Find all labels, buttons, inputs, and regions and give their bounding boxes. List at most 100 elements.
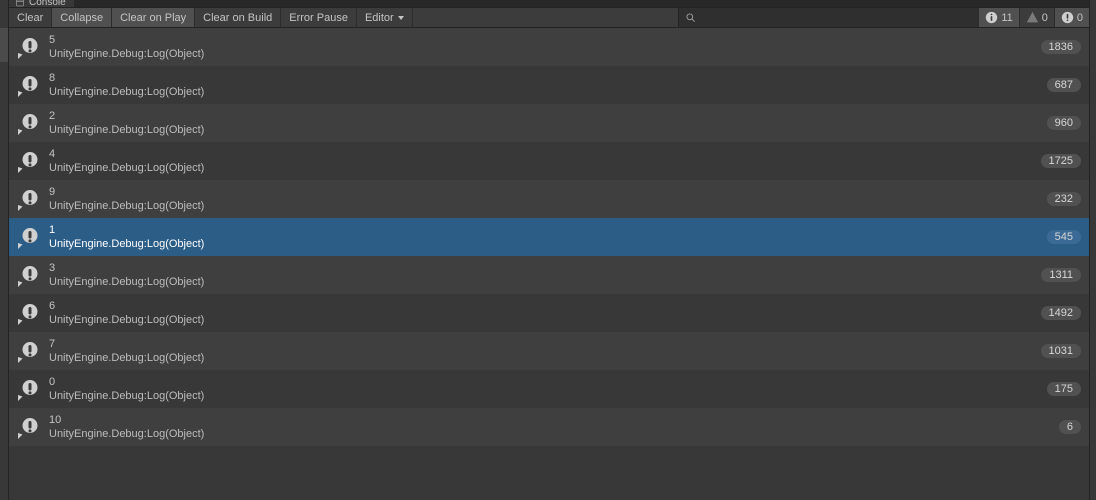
log-count-badge: 6 bbox=[1059, 420, 1081, 434]
clear-button[interactable]: Clear bbox=[9, 8, 52, 27]
log-subtitle: UnityEngine.Debug:Log(Object) bbox=[49, 199, 1041, 213]
log-text: 7UnityEngine.Debug:Log(Object) bbox=[49, 337, 1035, 365]
log-count-badge: 1031 bbox=[1041, 344, 1081, 358]
error-counter[interactable]: 0 bbox=[1054, 8, 1089, 27]
log-row[interactable]: 4UnityEngine.Debug:Log(Object) 1725 bbox=[9, 142, 1089, 180]
log-text: 4UnityEngine.Debug:Log(Object) bbox=[49, 147, 1035, 175]
log-title: 6 bbox=[49, 299, 1035, 313]
log-count-badge: 687 bbox=[1047, 78, 1081, 92]
warning-icon bbox=[1026, 11, 1039, 24]
counter-group: 11 0 0 bbox=[978, 8, 1089, 27]
log-title: 8 bbox=[49, 71, 1041, 85]
log-count-badge: 1836 bbox=[1041, 40, 1081, 54]
log-row[interactable]: 7UnityEngine.Debug:Log(Object) 1031 bbox=[9, 332, 1089, 370]
log-title: 10 bbox=[49, 413, 1053, 427]
error-icon bbox=[1061, 11, 1074, 24]
speech-exclaim-icon bbox=[17, 149, 43, 173]
log-row[interactable]: 9UnityEngine.Debug:Log(Object) 232 bbox=[9, 180, 1089, 218]
log-title: 9 bbox=[49, 185, 1041, 199]
log-text: 1UnityEngine.Debug:Log(Object) bbox=[49, 223, 1041, 251]
search-box[interactable] bbox=[678, 8, 978, 27]
tab-console[interactable]: Console bbox=[9, 0, 75, 7]
log-text: 9UnityEngine.Debug:Log(Object) bbox=[49, 185, 1041, 213]
clear-on-play-toggle[interactable]: Clear on Play bbox=[112, 8, 195, 27]
speech-exclaim-icon bbox=[17, 35, 43, 59]
tab-strip: Console bbox=[9, 0, 1089, 8]
log-count-badge: 1492 bbox=[1041, 306, 1081, 320]
log-title: 4 bbox=[49, 147, 1035, 161]
log-count-badge: 175 bbox=[1047, 382, 1081, 396]
log-title: 3 bbox=[49, 261, 1035, 275]
log-list[interactable]: 5UnityEngine.Debug:Log(Object)1836 8Unit… bbox=[9, 28, 1089, 500]
log-count-badge: 960 bbox=[1047, 116, 1081, 130]
log-row[interactable]: 10UnityEngine.Debug:Log(Object) 6 bbox=[9, 408, 1089, 446]
log-count-badge: 232 bbox=[1047, 192, 1081, 206]
tab-label: Console bbox=[29, 0, 66, 7]
warn-count: 0 bbox=[1042, 12, 1048, 24]
info-count: 11 bbox=[1001, 12, 1012, 24]
log-count-badge: 545 bbox=[1047, 230, 1081, 244]
log-row[interactable]: 8UnityEngine.Debug:Log(Object) 687 bbox=[9, 66, 1089, 104]
log-row[interactable]: 0UnityEngine.Debug:Log(Object) 175 bbox=[9, 370, 1089, 408]
log-row[interactable]: 2UnityEngine.Debug:Log(Object) 960 bbox=[9, 104, 1089, 142]
log-text: 8UnityEngine.Debug:Log(Object) bbox=[49, 71, 1041, 99]
log-title: 0 bbox=[49, 375, 1041, 389]
toolbar-spacer bbox=[413, 8, 679, 27]
speech-exclaim-icon bbox=[17, 301, 43, 325]
log-row[interactable]: 3UnityEngine.Debug:Log(Object) 1311 bbox=[9, 256, 1089, 294]
log-subtitle: UnityEngine.Debug:Log(Object) bbox=[49, 47, 1035, 61]
right-gutter bbox=[1089, 0, 1096, 500]
log-subtitle: UnityEngine.Debug:Log(Object) bbox=[49, 85, 1041, 99]
console-icon bbox=[15, 0, 25, 7]
log-text: 2UnityEngine.Debug:Log(Object) bbox=[49, 109, 1041, 137]
speech-exclaim-icon bbox=[17, 415, 43, 439]
search-input[interactable] bbox=[700, 12, 972, 24]
collapse-toggle[interactable]: Collapse bbox=[52, 8, 112, 27]
log-count-badge: 1311 bbox=[1041, 268, 1081, 282]
log-title: 5 bbox=[49, 33, 1035, 47]
left-gutter bbox=[0, 0, 9, 500]
clear-on-build-toggle[interactable]: Clear on Build bbox=[195, 8, 281, 27]
log-text: 6UnityEngine.Debug:Log(Object) bbox=[49, 299, 1035, 327]
speech-exclaim-icon bbox=[17, 73, 43, 97]
log-subtitle: UnityEngine.Debug:Log(Object) bbox=[49, 275, 1035, 289]
log-subtitle: UnityEngine.Debug:Log(Object) bbox=[49, 351, 1035, 365]
log-subtitle: UnityEngine.Debug:Log(Object) bbox=[49, 161, 1035, 175]
log-row[interactable]: 1UnityEngine.Debug:Log(Object) 545 bbox=[9, 218, 1089, 256]
log-subtitle: UnityEngine.Debug:Log(Object) bbox=[49, 389, 1041, 403]
error-pause-toggle[interactable]: Error Pause bbox=[281, 8, 357, 27]
log-row[interactable]: 6UnityEngine.Debug:Log(Object) 1492 bbox=[9, 294, 1089, 332]
editor-dropdown[interactable]: Editor bbox=[357, 8, 413, 27]
log-title: 7 bbox=[49, 337, 1035, 351]
log-row[interactable]: 5UnityEngine.Debug:Log(Object) 1836 bbox=[9, 28, 1089, 66]
log-text: 10UnityEngine.Debug:Log(Object) bbox=[49, 413, 1053, 441]
log-subtitle: UnityEngine.Debug:Log(Object) bbox=[49, 427, 1053, 441]
error-pause-label: Error Pause bbox=[289, 12, 348, 24]
log-subtitle: UnityEngine.Debug:Log(Object) bbox=[49, 237, 1041, 251]
info-icon bbox=[985, 11, 998, 24]
speech-exclaim-icon bbox=[17, 377, 43, 401]
warn-counter[interactable]: 0 bbox=[1019, 8, 1054, 27]
search-icon bbox=[685, 12, 696, 23]
speech-exclaim-icon bbox=[17, 263, 43, 287]
log-subtitle: UnityEngine.Debug:Log(Object) bbox=[49, 123, 1041, 137]
info-counter[interactable]: 11 bbox=[978, 8, 1018, 27]
log-title: 1 bbox=[49, 223, 1041, 237]
speech-exclaim-icon bbox=[17, 339, 43, 363]
console-panel: Console Clear Collapse Clear on Play Cle… bbox=[9, 0, 1089, 500]
speech-exclaim-icon bbox=[17, 111, 43, 135]
toolbar: Clear Collapse Clear on Play Clear on Bu… bbox=[9, 8, 1089, 28]
log-text: 0UnityEngine.Debug:Log(Object) bbox=[49, 375, 1041, 403]
log-subtitle: UnityEngine.Debug:Log(Object) bbox=[49, 313, 1035, 327]
log-count-badge: 1725 bbox=[1041, 154, 1081, 168]
speech-exclaim-icon bbox=[17, 187, 43, 211]
log-text: 3UnityEngine.Debug:Log(Object) bbox=[49, 261, 1035, 289]
error-count: 0 bbox=[1077, 12, 1083, 24]
chevron-down-icon bbox=[398, 16, 404, 20]
clear-label: Clear bbox=[17, 12, 43, 24]
collapse-label: Collapse bbox=[60, 12, 103, 24]
editor-label: Editor bbox=[365, 12, 394, 24]
log-text: 5UnityEngine.Debug:Log(Object) bbox=[49, 33, 1035, 61]
clear-on-build-label: Clear on Build bbox=[203, 12, 272, 24]
speech-exclaim-icon bbox=[17, 225, 43, 249]
